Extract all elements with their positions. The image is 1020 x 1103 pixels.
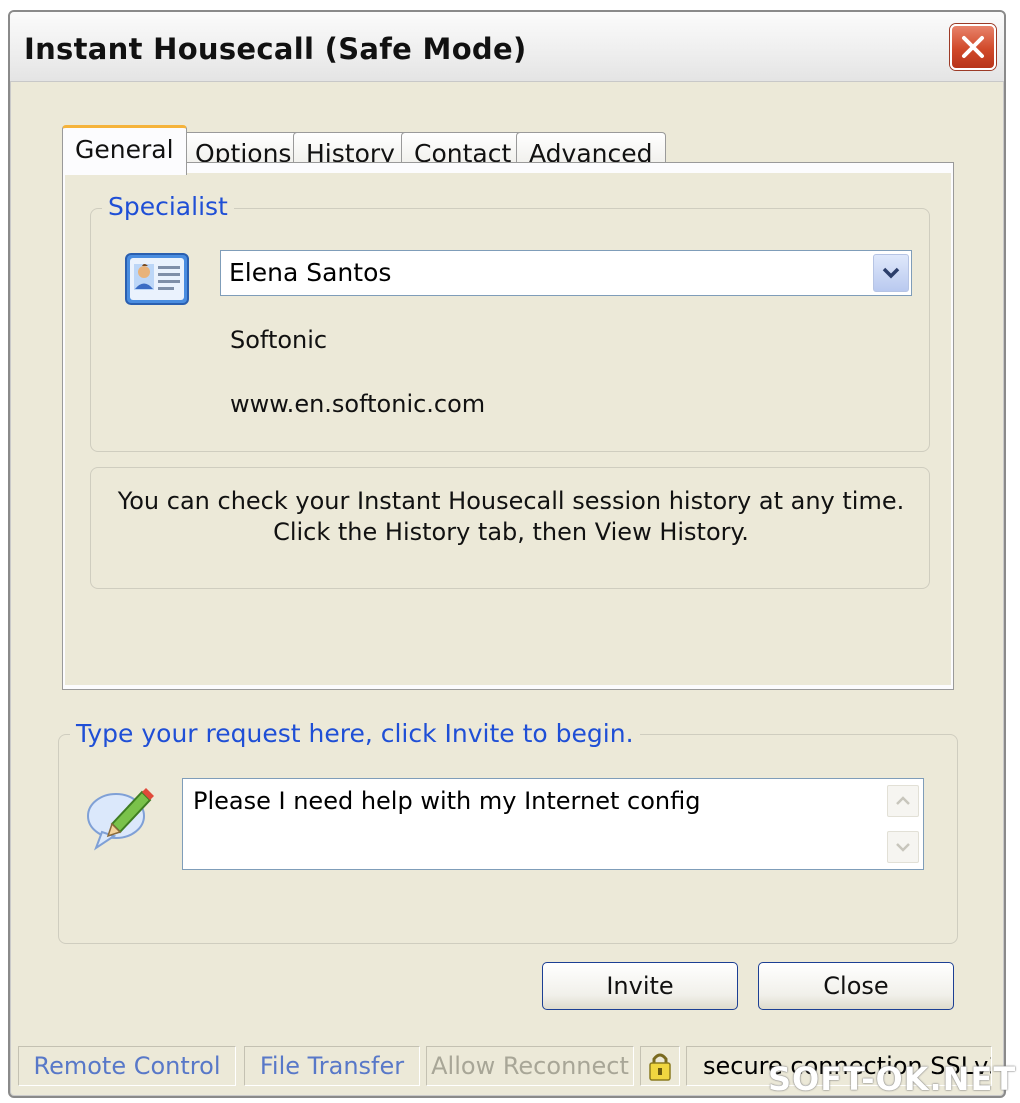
tab-general[interactable]: General [62, 125, 187, 175]
specialist-legend: Specialist [102, 192, 234, 221]
request-text: Please I need help with my Internet conf… [193, 787, 701, 815]
window-close-button[interactable] [950, 24, 996, 70]
remote-control-link[interactable]: Remote Control [18, 1046, 236, 1086]
chevron-up-icon [896, 796, 910, 805]
info-box: You can check your Instant Housecall ses… [90, 467, 930, 589]
watermark: SOFT-OK.NET [768, 1060, 1017, 1098]
close-icon [962, 36, 984, 58]
specialist-dropdown-button[interactable] [873, 254, 909, 292]
contact-card-icon [122, 248, 194, 310]
file-transfer-link[interactable]: File Transfer [244, 1046, 420, 1086]
scroll-down-button[interactable] [887, 831, 919, 863]
main-window: Instant Housecall (Safe Mode) General Op… [8, 10, 1006, 1098]
specialist-select-value: Elena Santos [229, 258, 392, 287]
chevron-down-icon [896, 843, 910, 852]
scroll-up-button[interactable] [887, 785, 919, 817]
window-title: Instant Housecall (Safe Mode) [24, 32, 527, 66]
specialist-group [90, 208, 930, 452]
allow-reconnect-link: Allow Reconnect [426, 1046, 634, 1086]
title-bar[interactable]: Instant Housecall (Safe Mode) [10, 12, 1004, 82]
request-textarea[interactable]: Please I need help with my Internet conf… [182, 778, 924, 870]
invite-button[interactable]: Invite [542, 962, 738, 1010]
padlock-icon [640, 1046, 680, 1086]
chat-bubble-pencil-icon [82, 780, 162, 856]
chevron-down-icon [882, 267, 900, 279]
info-text: You can check your Instant Housecall ses… [117, 487, 905, 546]
specialist-select[interactable]: Elena Santos [220, 250, 912, 296]
specialist-website: www.en.softonic.com [230, 390, 486, 418]
close-button[interactable]: Close [758, 962, 954, 1010]
specialist-company: Softonic [230, 326, 328, 354]
request-legend: Type your request here, click Invite to … [70, 719, 640, 748]
